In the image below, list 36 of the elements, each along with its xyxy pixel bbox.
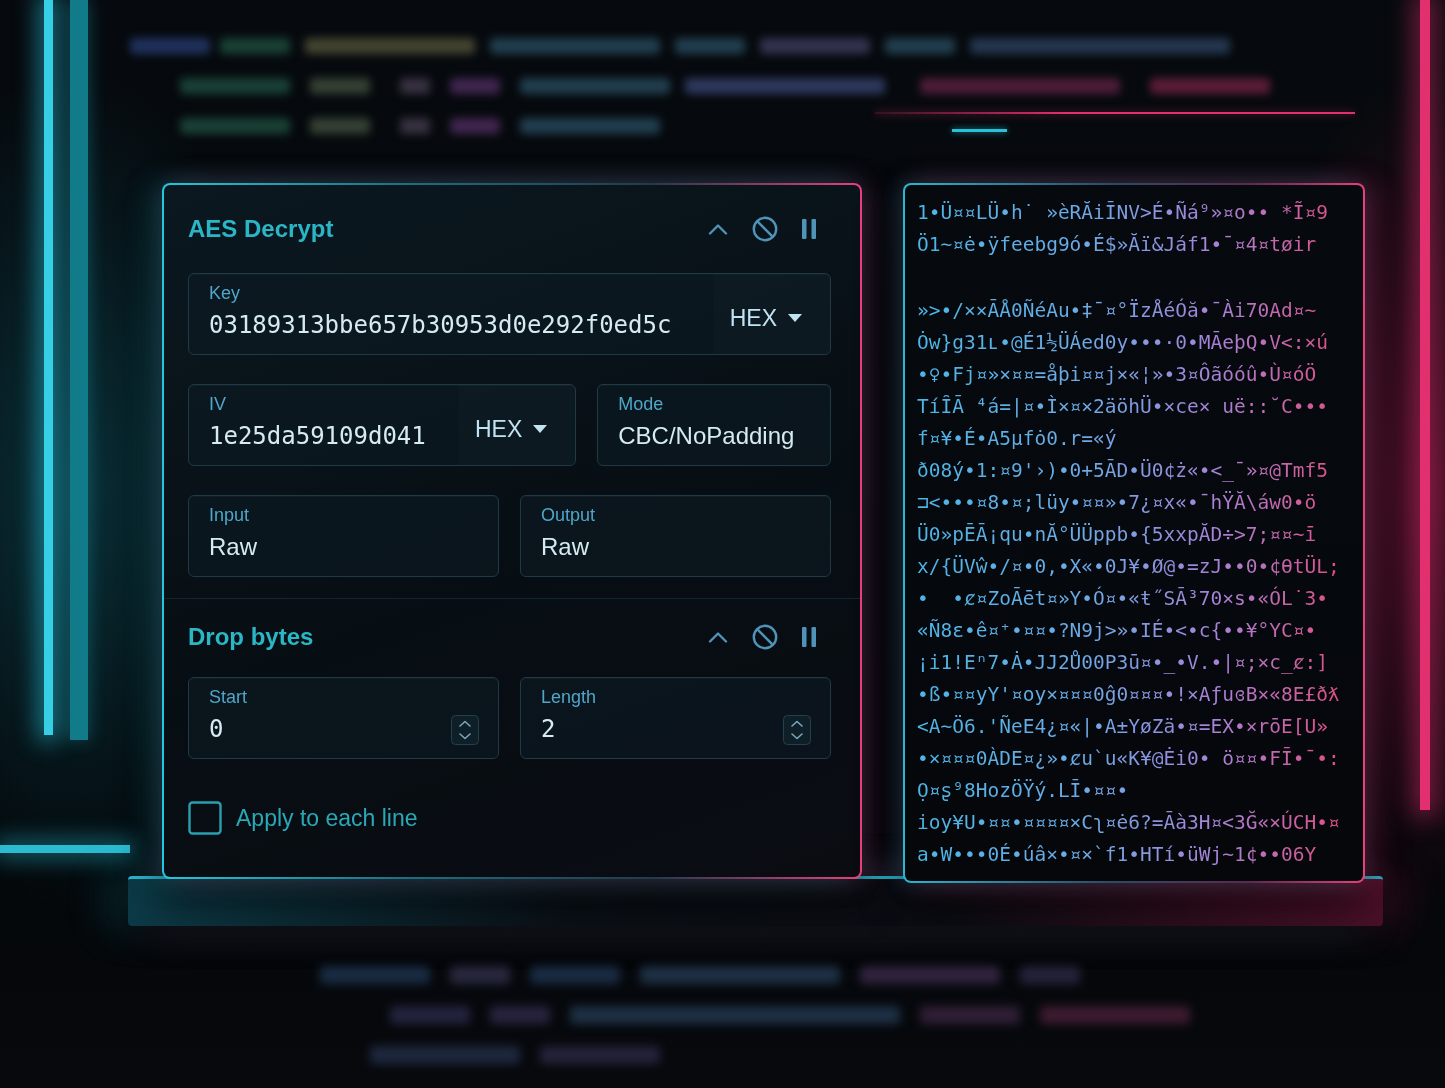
accent-dash [952, 129, 1007, 132]
number-field[interactable]: Start 0 [188, 677, 499, 759]
field-value: 03189313bbe657b30953d0e292f0ed5c [209, 310, 672, 341]
chevron-up-icon[interactable] [708, 223, 728, 235]
input-field[interactable]: IV 1e25da59109d041 HEX [188, 384, 577, 466]
field-value: CBC/NoPadding [618, 421, 795, 451]
field-label: Key [209, 283, 241, 303]
input-field[interactable]: Key 03189313bbe657b30953d0e292f0ed5c HEX [188, 273, 831, 355]
field-value: Raw [541, 532, 589, 562]
number-field[interactable]: Length 2 [520, 677, 831, 759]
caret-icon [788, 314, 802, 322]
caret-icon [533, 425, 548, 433]
pause-icon[interactable] [802, 219, 816, 239]
chevron-up-icon[interactable] [708, 631, 728, 643]
stepper-icon[interactable] [783, 715, 811, 745]
field-value: 2 [541, 714, 556, 745]
checkbox-label[interactable]: Apply to each line [236, 804, 418, 832]
field-value: 1e25da59109d041 [209, 421, 426, 452]
field-label: Mode [618, 394, 664, 414]
field-label: Length [541, 687, 597, 707]
field-value: Raw [209, 532, 257, 562]
operation-title: AES Decrypt [188, 214, 334, 244]
select-field[interactable]: Input Raw [188, 495, 499, 577]
field-value: 0 [209, 714, 224, 745]
ban-icon[interactable] [752, 216, 778, 242]
field-label: IV [209, 394, 226, 414]
ban-icon[interactable] [752, 624, 778, 650]
stepper-icon[interactable] [451, 715, 479, 745]
select-field[interactable]: Mode CBC/NoPadding [597, 384, 831, 466]
field-label: Start [209, 687, 247, 707]
operation-title: Drop bytes [188, 622, 314, 652]
pause-icon[interactable] [802, 627, 816, 647]
select-field[interactable]: Output Raw [520, 495, 831, 577]
field-label: Output [541, 505, 596, 525]
field-label: Input [209, 505, 250, 525]
checkbox[interactable] [188, 801, 222, 835]
